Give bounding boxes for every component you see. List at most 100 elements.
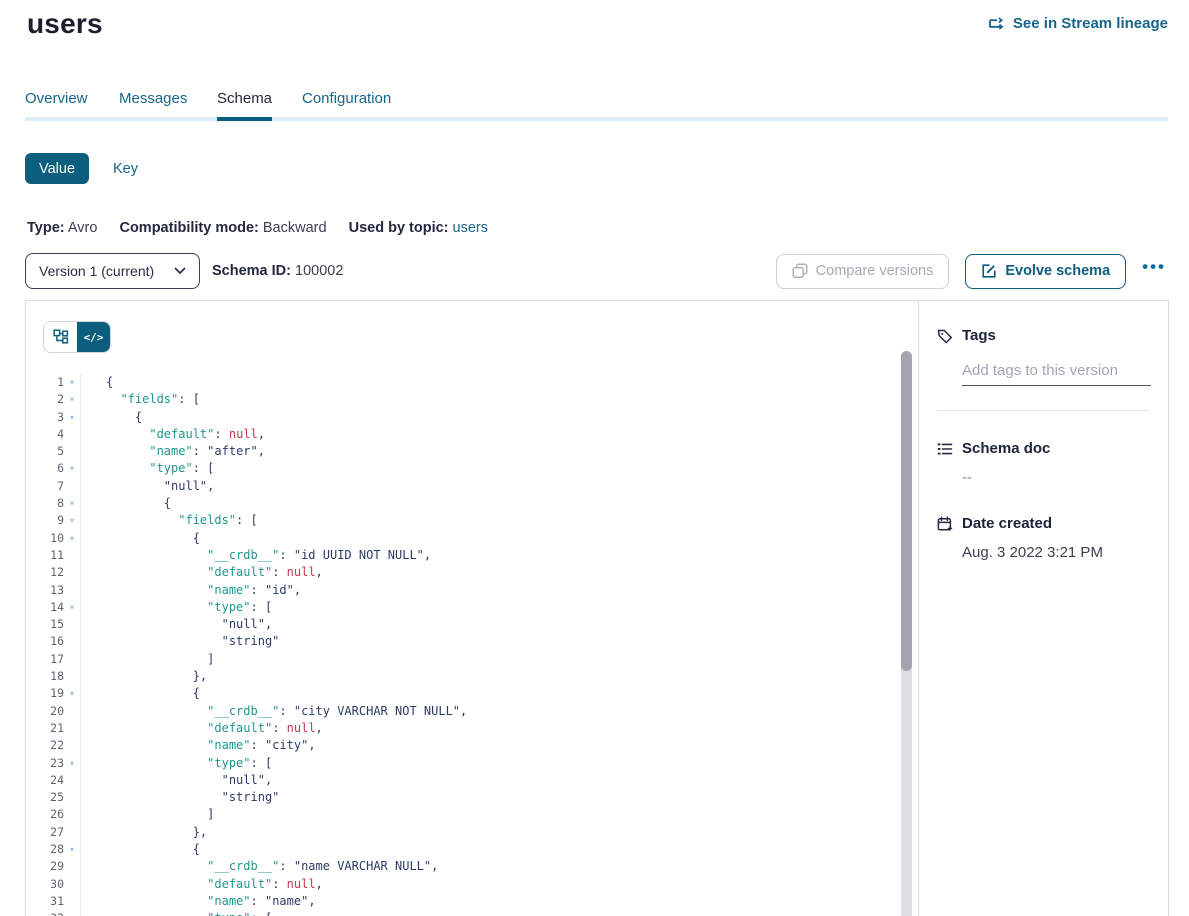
tab-configuration[interactable]: Configuration	[302, 90, 398, 107]
code-line: "fields": [	[106, 391, 898, 408]
schema-sidebar: Tags Schema doc --	[918, 301, 1168, 916]
code-line: "type": [	[106, 910, 898, 916]
schema-id-label: Schema ID:	[212, 263, 291, 279]
fold-toggle-icon[interactable]: ▾	[64, 910, 80, 916]
chevron-down-icon	[174, 267, 186, 275]
gutter: 1▾2▾3▾456▾78▾9▾10▾11121314▾1516171819▾20…	[26, 374, 81, 916]
compatibility-label: Compatibility mode:	[119, 220, 258, 236]
key-toggle-button[interactable]: Key	[113, 161, 138, 177]
fold-spacer	[64, 737, 80, 754]
code-line: "type": [	[106, 599, 898, 616]
gutter-line[interactable]: 23▾	[26, 755, 80, 772]
gutter-line[interactable]: 28▾	[26, 841, 80, 858]
gutter-line[interactable]: 3▾	[26, 409, 80, 426]
code-view-button[interactable]: </>	[77, 322, 110, 352]
fold-spacer	[64, 478, 80, 495]
schema-id: Schema ID: 100002	[212, 263, 343, 279]
fold-toggle-icon[interactable]: ▾	[64, 685, 80, 702]
used-by-topic-label: Used by topic:	[349, 220, 449, 236]
fold-spacer	[64, 633, 80, 650]
fold-spacer	[64, 789, 80, 806]
compare-versions-icon	[792, 263, 808, 279]
schema-id-value: 100002	[295, 263, 343, 279]
gutter-line: 25	[26, 789, 80, 806]
code-line: "null",	[106, 616, 898, 633]
code-line: "default": null,	[106, 876, 898, 893]
topic-link[interactable]: users	[453, 220, 488, 236]
edit-schema-icon	[981, 263, 997, 279]
gutter-line[interactable]: 8▾	[26, 495, 80, 512]
gutter-line[interactable]: 32▾	[26, 910, 80, 916]
gutter-line[interactable]: 1▾	[26, 374, 80, 391]
sidebar-divider	[937, 410, 1150, 411]
gutter-line: 30	[26, 876, 80, 893]
gutter-line: 29	[26, 858, 80, 875]
code-line: "type": [	[106, 460, 898, 477]
gutter-line: 17	[26, 651, 80, 668]
code-line: "default": null,	[106, 720, 898, 737]
compare-versions-button[interactable]: Compare versions	[776, 254, 950, 289]
fold-spacer	[64, 616, 80, 633]
tab-overview[interactable]: Overview	[25, 90, 89, 107]
tags-section-heading: Tags	[937, 327, 1150, 344]
fold-toggle-icon[interactable]: ▾	[64, 409, 80, 426]
fold-spacer	[64, 893, 80, 910]
gutter-line: 4	[26, 426, 80, 443]
fold-spacer	[64, 703, 80, 720]
fold-toggle-icon[interactable]: ▾	[64, 374, 80, 391]
more-actions-button[interactable]: •••	[1142, 257, 1168, 285]
fold-spacer	[64, 564, 80, 581]
code-line: "default": null,	[106, 426, 898, 443]
code-line: "__crdb__": "city VARCHAR NOT NULL",	[106, 703, 898, 720]
fold-spacer	[64, 547, 80, 564]
fold-spacer	[64, 858, 80, 875]
fold-toggle-icon[interactable]: ▾	[64, 460, 80, 477]
gutter-line: 21	[26, 720, 80, 737]
version-dropdown[interactable]: Version 1 (current)	[25, 253, 200, 289]
fold-toggle-icon[interactable]: ▾	[64, 391, 80, 408]
code-line: "string"	[106, 789, 898, 806]
gutter-line[interactable]: 6▾	[26, 460, 80, 477]
stream-lineage-link[interactable]: See in Stream lineage	[989, 15, 1168, 32]
gutter-line[interactable]: 2▾	[26, 391, 80, 408]
fold-toggle-icon[interactable]: ▾	[64, 512, 80, 529]
version-dropdown-value: Version 1 (current)	[39, 263, 154, 279]
tab-schema[interactable]: Schema	[217, 90, 272, 107]
gutter-line: 5	[26, 443, 80, 460]
fold-toggle-icon[interactable]: ▾	[64, 599, 80, 616]
gutter-line[interactable]: 14▾	[26, 599, 80, 616]
tab-messages[interactable]: Messages	[119, 90, 187, 107]
code-line: "null",	[106, 772, 898, 789]
fold-toggle-icon[interactable]: ▾	[64, 495, 80, 512]
tree-view-button[interactable]	[44, 322, 77, 352]
schema-doc-heading-label: Schema doc	[962, 440, 1050, 457]
gutter-line[interactable]: 10▾	[26, 530, 80, 547]
gutter-line: 22	[26, 737, 80, 754]
gutter-line: 27	[26, 824, 80, 841]
add-tags-input[interactable]	[962, 362, 1151, 386]
editor-scrollbar-thumb[interactable]	[901, 351, 912, 671]
fold-spacer	[64, 668, 80, 685]
fold-toggle-icon[interactable]: ▾	[64, 841, 80, 858]
fold-toggle-icon[interactable]: ▾	[64, 755, 80, 772]
code-line: "__crdb__": "id UUID NOT NULL",	[106, 547, 898, 564]
gutter-line: 15	[26, 616, 80, 633]
evolve-schema-button[interactable]: Evolve schema	[965, 254, 1126, 289]
code-line: "type": [	[106, 755, 898, 772]
fold-spacer	[64, 582, 80, 599]
code-line: {	[106, 841, 898, 858]
evolve-schema-label: Evolve schema	[1005, 263, 1110, 279]
fold-spacer	[64, 720, 80, 737]
value-toggle-button[interactable]: Value	[25, 153, 89, 184]
gutter-line: 20	[26, 703, 80, 720]
tree-view-icon	[53, 329, 69, 345]
fold-toggle-icon[interactable]: ▾	[64, 530, 80, 547]
fold-spacer	[64, 824, 80, 841]
type-label: Type:	[27, 220, 65, 236]
gutter-line[interactable]: 9▾	[26, 512, 80, 529]
schema-editor: </> 1▾2▾3▾456▾78▾9▾10▾11121314▾151617181…	[26, 301, 918, 916]
code-line: ]	[106, 806, 898, 823]
gutter-line: 11	[26, 547, 80, 564]
gutter-line[interactable]: 19▾	[26, 685, 80, 702]
fold-spacer	[64, 772, 80, 789]
